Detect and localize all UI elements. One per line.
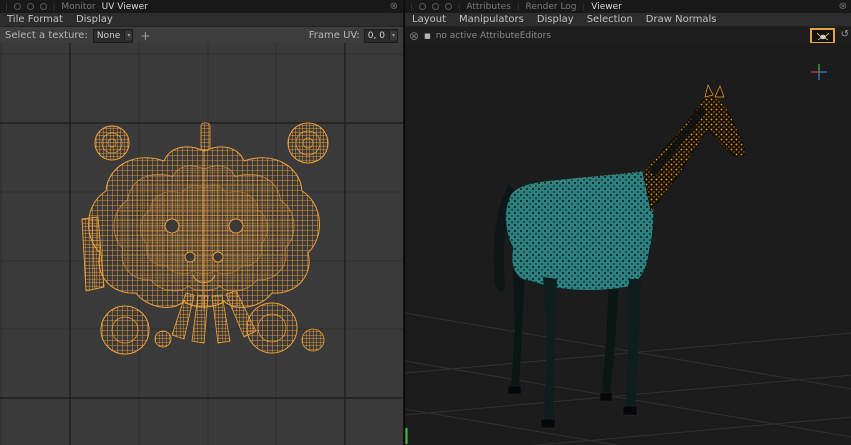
panel-control-icon[interactable] bbox=[445, 3, 452, 10]
tab-render-log[interactable]: Render Log bbox=[526, 2, 577, 12]
menu-draw-normals[interactable]: Draw Normals bbox=[646, 14, 717, 25]
close-panel-icon[interactable]: ⊗ bbox=[390, 2, 398, 12]
square-bullet-icon: ■ bbox=[424, 32, 431, 40]
uv-grid-and-shells bbox=[0, 43, 403, 445]
select-texture-label: Select a texture: bbox=[5, 30, 88, 41]
viewport-scene bbox=[405, 43, 851, 445]
viewer-statusbar: ⊗ ■ no active AttributeEditors ↺ bbox=[405, 27, 851, 44]
tab-viewer[interactable]: Viewer bbox=[591, 2, 622, 12]
menu-display[interactable]: Display bbox=[76, 14, 113, 25]
chevron-down-icon: ▾ bbox=[124, 31, 132, 40]
active-tool-highlight[interactable] bbox=[810, 28, 835, 44]
chevron-down-icon: ▾ bbox=[389, 31, 397, 40]
uv-viewer-menubar: Tile Format Display bbox=[0, 13, 403, 27]
viewer-menubar: Layout Manipulators Display Selection Dr… bbox=[405, 13, 851, 27]
menu-display[interactable]: Display bbox=[537, 14, 574, 25]
viewport-edge-marker bbox=[406, 428, 408, 444]
tab-separator: | bbox=[410, 2, 413, 11]
panel-control-icon[interactable] bbox=[27, 3, 34, 10]
status-text: no active AttributeEditors bbox=[436, 31, 551, 41]
tab-separator: | bbox=[517, 2, 520, 11]
menu-layout[interactable]: Layout bbox=[412, 14, 446, 25]
right-tab-bar: | | Attributes | Render Log | Viewer ⊗ bbox=[405, 0, 851, 13]
frame-uv-label: Frame UV: bbox=[309, 30, 360, 41]
tab-separator: | bbox=[458, 2, 461, 11]
tab-separator: | bbox=[5, 2, 8, 11]
refresh-icon[interactable]: ↺ bbox=[841, 29, 849, 41]
left-tab-bar: | | Monitor UV Viewer ⊗ bbox=[0, 0, 403, 13]
tab-uv-viewer[interactable]: UV Viewer bbox=[102, 2, 148, 12]
clear-attribute-editor-icon[interactable]: ⊗ bbox=[409, 30, 419, 42]
close-panel-icon[interactable]: ⊗ bbox=[839, 2, 847, 12]
panel-control-icon[interactable] bbox=[432, 3, 439, 10]
menu-selection[interactable]: Selection bbox=[587, 14, 633, 25]
viewer-panel: | | Attributes | Render Log | Viewer ⊗ L… bbox=[404, 0, 851, 445]
texture-dropdown-value: None bbox=[97, 31, 120, 41]
frame-uv-dropdown[interactable]: 0, 0 ▾ bbox=[364, 29, 398, 43]
tab-attributes[interactable]: Attributes bbox=[466, 2, 510, 12]
origin-axis-icon bbox=[811, 64, 827, 80]
menu-manipulators[interactable]: Manipulators bbox=[459, 14, 524, 25]
horse-model[interactable] bbox=[494, 85, 745, 428]
uv-viewer-panel: | | Monitor UV Viewer ⊗ Tile Format Disp… bbox=[0, 0, 403, 445]
tab-monitor[interactable]: Monitor bbox=[61, 2, 95, 12]
tab-separator: | bbox=[583, 2, 586, 11]
fly-mode-icon bbox=[816, 31, 830, 41]
frame-uv-group: Frame UV: 0, 0 ▾ bbox=[309, 29, 398, 43]
frame-uv-value: 0, 0 bbox=[368, 31, 385, 41]
add-texture-button[interactable]: + bbox=[138, 30, 152, 42]
panel-control-icon[interactable] bbox=[40, 3, 47, 10]
panel-control-icon[interactable] bbox=[14, 3, 21, 10]
tab-separator: | bbox=[53, 2, 56, 11]
menu-tile-format[interactable]: Tile Format bbox=[7, 14, 63, 25]
texture-dropdown[interactable]: None ▾ bbox=[93, 29, 134, 43]
uv-canvas[interactable] bbox=[0, 43, 403, 445]
application-window: | | Monitor UV Viewer ⊗ Tile Format Disp… bbox=[0, 0, 851, 445]
uv-shells[interactable] bbox=[82, 123, 328, 354]
viewport-3d[interactable] bbox=[405, 43, 851, 445]
panel-control-icon[interactable] bbox=[419, 3, 426, 10]
